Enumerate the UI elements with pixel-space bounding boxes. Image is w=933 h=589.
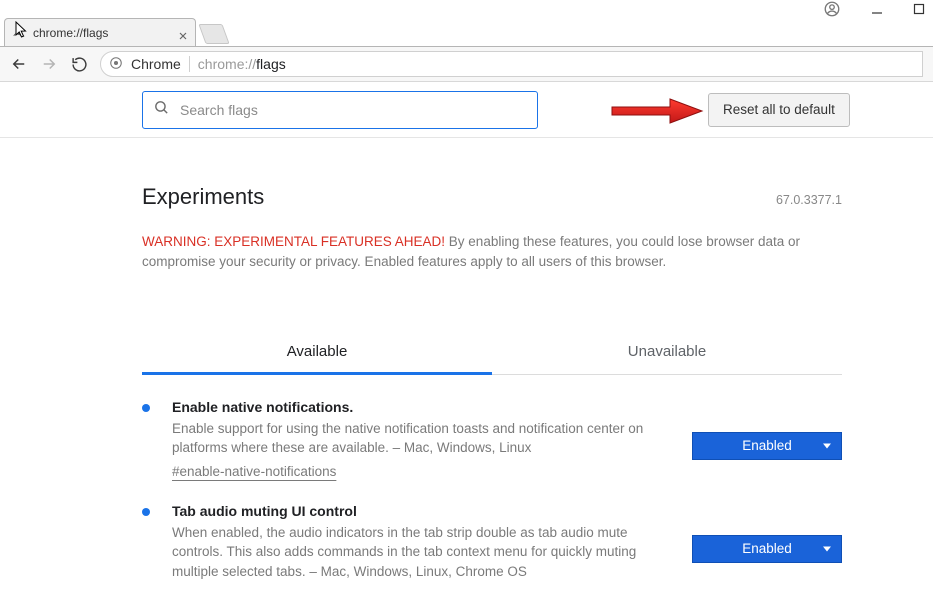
search-icon — [153, 99, 170, 121]
flag-state-value: Enabled — [742, 541, 792, 556]
flags-tabs: Available Unavailable — [142, 331, 842, 375]
new-tab-button[interactable] — [198, 24, 229, 44]
flag-hash-link[interactable]: #enable-native-notifications — [172, 464, 652, 479]
chrome-version: 67.0.3377.1 — [776, 193, 842, 207]
reset-all-button[interactable]: Reset all to default — [708, 93, 850, 127]
browser-tab[interactable]: chrome://flags — [4, 18, 196, 46]
browser-toolbar: Chrome chrome://flags — [0, 46, 933, 82]
address-label: Chrome — [131, 56, 181, 72]
tab-title: chrome://flags — [33, 26, 173, 40]
close-tab-icon[interactable] — [179, 29, 187, 37]
page-title: Experiments — [142, 184, 264, 210]
tab-unavailable[interactable]: Unavailable — [492, 331, 842, 374]
flag-description: When enabled, the audio indicators in th… — [172, 523, 652, 582]
window-titlebar — [0, 0, 933, 18]
flag-row: Tab audio muting UI control When enabled… — [160, 479, 842, 582]
flag-title: Enable native notifications. — [172, 399, 652, 415]
tab-strip: chrome://flags — [0, 18, 933, 46]
minimize-icon[interactable] — [871, 3, 883, 15]
flag-state-select[interactable]: Enabled — [692, 432, 842, 460]
flag-title: Tab audio muting UI control — [172, 503, 652, 519]
tab-available[interactable]: Available — [142, 331, 492, 374]
flag-state-select[interactable]: Enabled — [692, 535, 842, 563]
search-flags-input[interactable] — [180, 102, 527, 118]
maximize-icon[interactable] — [913, 3, 925, 15]
chrome-lock-icon — [109, 56, 123, 73]
flag-row: Enable native notifications. Enable supp… — [160, 375, 842, 479]
search-flags-box[interactable] — [142, 91, 538, 129]
flags-page: Reset all to default Experiments 67.0.33… — [0, 82, 933, 589]
flag-state-value: Enabled — [742, 438, 792, 453]
flags-favicon-icon — [11, 25, 27, 41]
forward-icon — [40, 55, 58, 73]
flag-status-dot-icon — [142, 508, 150, 516]
flags-list: Enable native notifications. Enable supp… — [142, 375, 842, 582]
address-divider — [189, 56, 190, 72]
dropdown-caret-icon — [823, 546, 831, 551]
back-icon[interactable] — [10, 55, 28, 73]
flag-description: Enable support for using the native noti… — [172, 419, 652, 458]
flags-content: Experiments 67.0.3377.1 WARNING: EXPERIM… — [142, 184, 842, 581]
address-url: chrome://flags — [198, 56, 286, 72]
address-bar[interactable]: Chrome chrome://flags — [100, 51, 923, 77]
flags-topbar: Reset all to default — [0, 82, 933, 138]
account-icon[interactable] — [823, 0, 841, 18]
dropdown-caret-icon — [823, 443, 831, 448]
warning-text: WARNING: EXPERIMENTAL FEATURES AHEAD! By… — [142, 232, 842, 273]
reload-icon[interactable] — [70, 55, 88, 73]
flag-status-dot-icon — [142, 404, 150, 412]
